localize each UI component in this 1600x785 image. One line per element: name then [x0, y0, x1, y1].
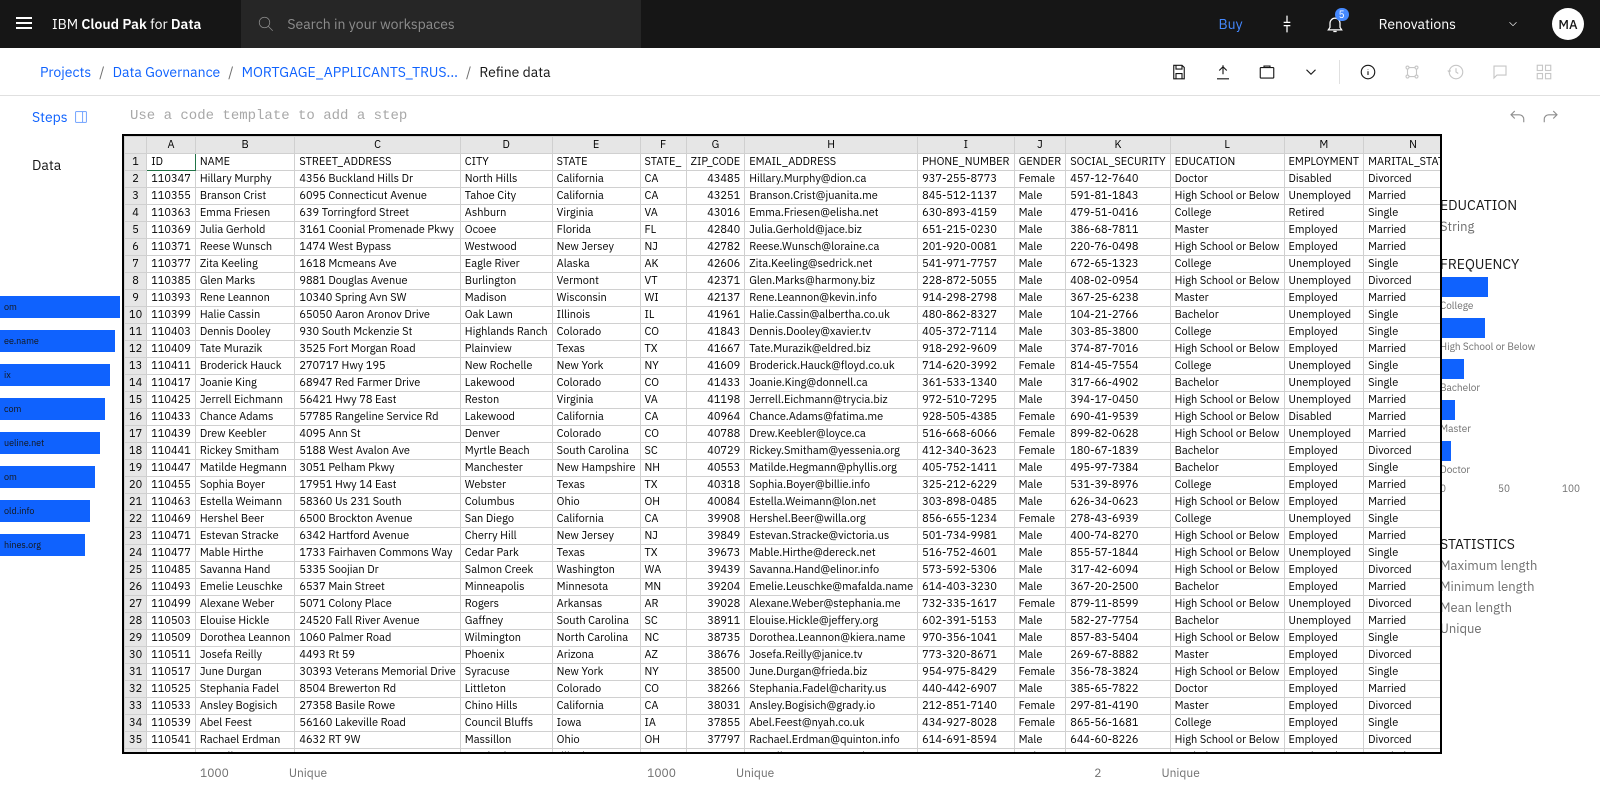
jobs-icon[interactable] [1251, 56, 1283, 88]
frequency-chart: CollegeHigh School or BelowBachelorMaste… [1440, 277, 1600, 476]
grid-icon[interactable] [1528, 56, 1560, 88]
background-chart: omee.nameixcomueline.netomold.infohines.… [0, 296, 120, 568]
breadcrumb-asset[interactable]: MORTGAGE_APPLICANTS_TRUS... [242, 63, 458, 81]
buy-link[interactable]: Buy [1203, 15, 1259, 33]
flow-icon[interactable] [1396, 56, 1428, 88]
export-icon[interactable] [1207, 56, 1239, 88]
breadcrumb: Projects / Data Governance / MORTGAGE_AP… [40, 63, 551, 81]
notification-icon[interactable]: 5 [1315, 0, 1355, 48]
steps-tab[interactable]: Steps [32, 108, 100, 126]
profile-column-name: EDUCATION [1440, 196, 1600, 214]
brand: IBM Cloud Pak for Data [52, 15, 201, 33]
panel-icon [74, 110, 88, 124]
menu-toggle[interactable] [16, 14, 36, 34]
chevron-down-icon [1506, 17, 1520, 31]
avatar[interactable]: MA [1552, 8, 1584, 40]
statistics-header: STATISTICS [1440, 535, 1600, 553]
code-template-hint[interactable]: Use a code template to add a step [130, 108, 407, 124]
footer-stats: 1000Unique 1000Unique 2Unique [200, 766, 1400, 781]
notification-badge: 5 [1335, 8, 1349, 21]
workspace-dropdown[interactable]: Renovations [1363, 15, 1536, 33]
spreadsheet-view[interactable]: ABCDEFGHIJKLMN1IDNAMESTREET_ADDRESSCITYS… [122, 134, 1442, 754]
breadcrumb-projects[interactable]: Projects [40, 63, 91, 81]
history-icon[interactable] [1440, 56, 1472, 88]
save-icon[interactable] [1163, 56, 1195, 88]
jobs-chevron[interactable] [1295, 56, 1327, 88]
search-icon [257, 15, 275, 33]
breadcrumb-governance[interactable]: Data Governance [113, 63, 221, 81]
data-tab[interactable]: Data [32, 156, 100, 174]
global-search[interactable] [241, 0, 641, 48]
pin-icon[interactable] [1267, 0, 1307, 48]
comment-icon[interactable] [1484, 56, 1516, 88]
info-icon[interactable] [1352, 56, 1384, 88]
undo-icon[interactable] [1508, 108, 1526, 131]
frequency-header: FREQUENCY [1440, 255, 1600, 273]
profile-column-type: String [1440, 218, 1600, 235]
redo-icon[interactable] [1542, 108, 1560, 131]
breadcrumb-current: Refine data [479, 63, 550, 81]
search-input[interactable] [287, 15, 625, 33]
